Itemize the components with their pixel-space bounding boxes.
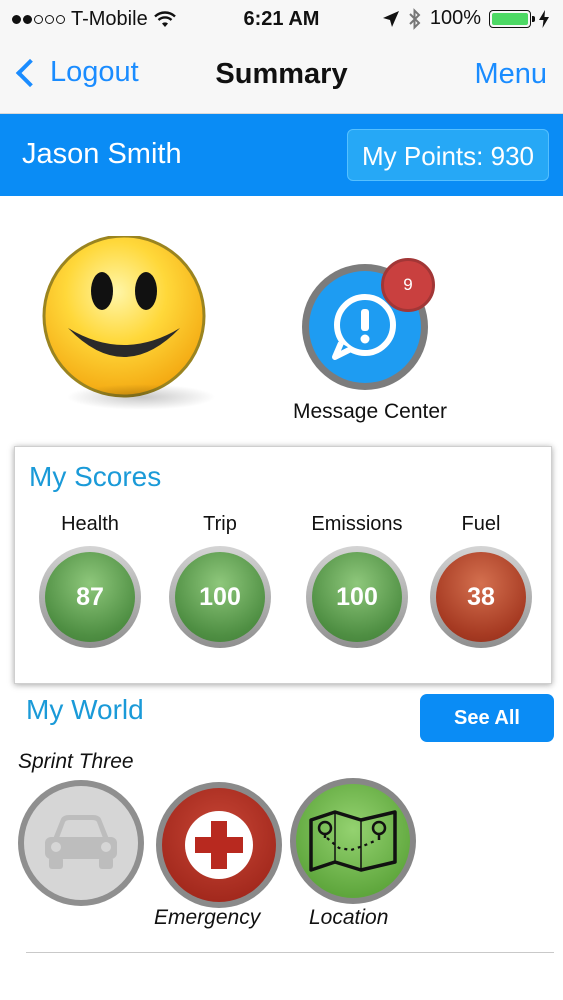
location-label: Location xyxy=(309,906,389,929)
my-world-title: My World xyxy=(26,694,144,725)
score-emissions[interactable]: Emissions 100 xyxy=(302,513,412,648)
battery-icon xyxy=(489,9,535,28)
battery-percent: 100% xyxy=(429,7,481,29)
status-bar: T-Mobile 6:21 AM 100% xyxy=(0,0,563,38)
vehicle-button[interactable] xyxy=(18,780,144,906)
score-trip[interactable]: Trip 100 xyxy=(165,513,275,648)
my-scores-card: My Scores Health 87 Trip 100 Emissions 1… xyxy=(14,446,552,684)
charging-bolt-icon xyxy=(539,9,549,28)
location-arrow-icon xyxy=(382,10,399,27)
location-button[interactable] xyxy=(290,778,416,904)
my-scores-title: My Scores xyxy=(29,461,162,492)
menu-button[interactable]: Menu xyxy=(474,58,547,91)
map-icon xyxy=(309,810,397,872)
user-header: Jason Smith My Points: 930 xyxy=(0,114,563,196)
emergency-label: Emergency xyxy=(154,906,261,929)
score-label: Fuel xyxy=(461,513,501,535)
navigation-bar: Logout Summary Menu xyxy=(0,38,563,114)
status-right: 100% xyxy=(382,7,549,30)
score-health[interactable]: Health 87 xyxy=(35,513,145,648)
emergency-button[interactable] xyxy=(156,782,282,908)
bluetooth-icon xyxy=(409,7,421,30)
score-label: Emissions xyxy=(311,513,403,535)
score-value: 100 xyxy=(312,552,402,642)
see-all-button[interactable]: See All xyxy=(420,694,554,742)
message-center-button[interactable]: 9 Message Center xyxy=(280,258,460,428)
vehicle-label: Sprint Three xyxy=(18,750,134,773)
score-value: 87 xyxy=(45,552,135,642)
message-center-label: Message Center xyxy=(292,400,448,423)
divider xyxy=(26,952,554,953)
score-label: Health xyxy=(61,513,119,535)
medical-cross-icon xyxy=(185,811,253,879)
user-name: Jason Smith xyxy=(22,138,182,170)
mood-smiley-icon[interactable] xyxy=(40,234,216,410)
score-fuel[interactable]: Fuel 38 xyxy=(426,513,536,648)
notification-badge: 9 xyxy=(381,258,435,312)
car-icon xyxy=(45,815,117,869)
my-points-button[interactable]: My Points: 930 xyxy=(347,129,549,181)
score-value: 38 xyxy=(436,552,526,642)
score-value: 100 xyxy=(175,552,265,642)
score-label: Trip xyxy=(203,513,237,535)
